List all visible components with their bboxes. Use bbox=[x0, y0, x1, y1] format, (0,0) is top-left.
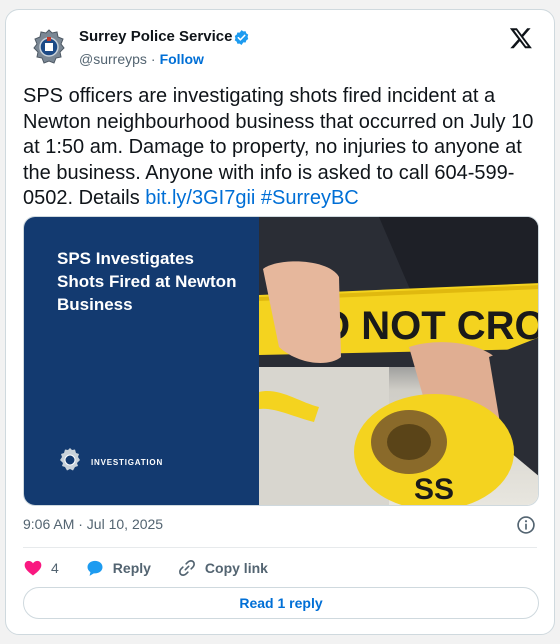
action-bar: 4 Reply Copy link bbox=[23, 556, 294, 580]
media-label: INVESTIGATION bbox=[91, 458, 164, 467]
tape-text: O NOT CROSS bbox=[319, 304, 538, 348]
copy-link-label: Copy link bbox=[204, 560, 268, 576]
author-name[interactable]: Surrey Police Service bbox=[79, 28, 232, 45]
police-badge-icon bbox=[33, 29, 65, 64]
media-image[interactable]: SPS Investigates Shots Fired at Newton B… bbox=[23, 216, 539, 506]
copy-link-button[interactable]: Copy link bbox=[177, 558, 268, 578]
heart-icon bbox=[24, 560, 42, 576]
avatar[interactable] bbox=[27, 25, 71, 69]
read-replies-button[interactable]: Read 1 reply bbox=[23, 587, 539, 619]
verified-badge-icon bbox=[234, 30, 249, 45]
info-icon[interactable] bbox=[516, 515, 536, 535]
reply-label: Reply bbox=[112, 560, 151, 576]
author-handle[interactable]: @surreyps bbox=[79, 51, 147, 67]
follow-button[interactable]: Follow bbox=[160, 51, 204, 67]
separator: · bbox=[150, 51, 156, 67]
media-banner: SPS Investigates Shots Fired at Newton B… bbox=[24, 217, 259, 505]
reply-icon bbox=[87, 560, 103, 576]
divider bbox=[23, 547, 537, 548]
link-icon bbox=[178, 560, 195, 576]
hashtag-link[interactable]: #SurreyBC bbox=[261, 187, 359, 209]
media-photo: O NOT CROSS SS bbox=[259, 217, 538, 505]
tweet-link[interactable]: bit.ly/3GI7gii bbox=[145, 187, 255, 209]
tweet-card: Surrey Police Service @surreyps · Follow S… bbox=[5, 9, 555, 635]
handle-line: @surreyps · Follow bbox=[79, 51, 204, 67]
like-button[interactable]: 4 bbox=[23, 558, 59, 578]
reply-button[interactable]: Reply bbox=[85, 558, 151, 578]
tape-roll-text: SS bbox=[414, 473, 454, 505]
x-logo-icon[interactable] bbox=[509, 26, 533, 50]
police-badge-icon bbox=[60, 448, 80, 471]
like-count: 4 bbox=[51, 560, 59, 576]
tweet-text: SPS officers are investigating shots fir… bbox=[23, 84, 543, 212]
tweet-timestamp[interactable]: 9:06 AM · Jul 10, 2025 bbox=[23, 516, 163, 532]
crime-tape-photo: O NOT CROSS SS bbox=[259, 217, 538, 505]
media-title: SPS Investigates Shots Fired at Newton B… bbox=[57, 249, 237, 314]
